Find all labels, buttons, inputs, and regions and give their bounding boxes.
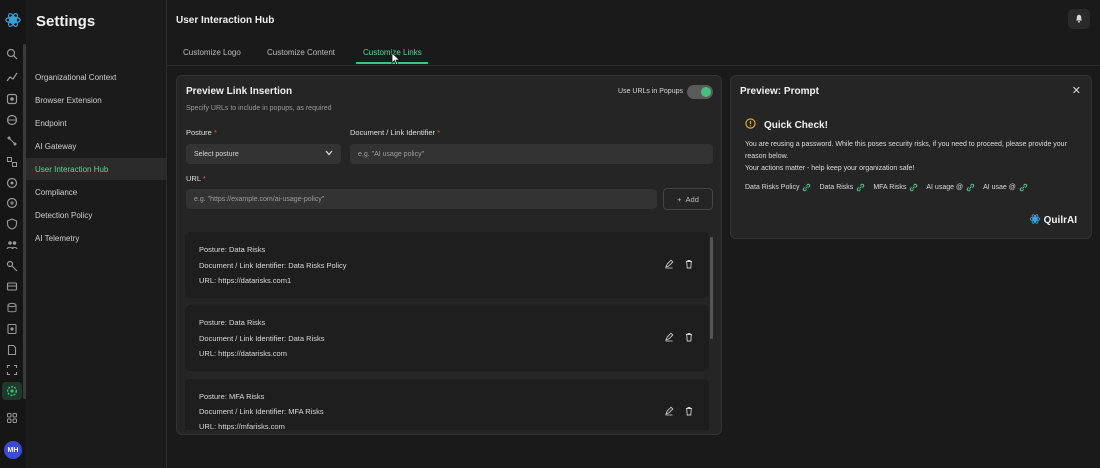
- app-window: MH Settings Organizational Context Brows…: [0, 0, 1100, 468]
- sidebar-item-browser-extension[interactable]: Browser Extension: [26, 89, 166, 111]
- entry-posture: Posture: MFA Risks: [199, 392, 265, 401]
- toggle-knob: [701, 87, 711, 97]
- entry-url: URL: https://datarisks.com1: [199, 276, 292, 285]
- icon-rail: MH: [0, 0, 26, 468]
- identifier-label: Document / Link Identifier *: [350, 128, 441, 137]
- page-header: User Interaction Hub Customize Logo Cust…: [167, 0, 1100, 66]
- chart-icon[interactable]: [5, 70, 19, 84]
- posture-label: Posture *: [186, 128, 217, 137]
- grid-icon[interactable]: [5, 411, 19, 425]
- search-icon[interactable]: [5, 47, 19, 61]
- entry-posture: Posture: Data Risks: [199, 318, 266, 327]
- scan-icon[interactable]: [5, 363, 19, 377]
- preview-message-line1: You are reusing a password. While this p…: [745, 141, 1067, 160]
- file-icon[interactable]: [5, 343, 19, 357]
- link-icon[interactable]: [5, 155, 19, 169]
- brand-name: QuilrAI: [1043, 215, 1077, 226]
- link-entry-list[interactable]: Posture: Data Risks Document / Link Iden…: [185, 232, 715, 430]
- sidebar-item-compliance[interactable]: Compliance: [26, 181, 166, 203]
- posture-select-value: Select posture: [194, 150, 239, 158]
- users-icon[interactable]: [5, 92, 19, 106]
- sidebar-item-ai-gateway[interactable]: AI Gateway: [26, 135, 166, 157]
- link-card-title: Preview Link Insertion: [186, 86, 293, 97]
- preview-link[interactable]: Data Risks: [819, 183, 865, 192]
- posture-select[interactable]: Select posture: [186, 144, 341, 164]
- preview-message-line2: Your actions matter - help keep your org…: [745, 165, 915, 172]
- link-insertion-card: Preview Link Insertion Specify URLs to i…: [176, 75, 722, 435]
- sidebar-item-endpoint[interactable]: Endpoint: [26, 112, 166, 134]
- tab-customize-logo[interactable]: Customize Logo: [183, 48, 241, 57]
- add-link-button-label: Add: [685, 194, 699, 204]
- add-link-button[interactable]: + Add: [663, 188, 713, 210]
- network-icon[interactable]: [5, 134, 19, 148]
- tab-customize-content[interactable]: Customize Content: [267, 48, 335, 57]
- bell-icon: [1074, 10, 1084, 28]
- entry-identifier: Document / Link Identifier: Data Risks: [199, 334, 325, 343]
- mouse-cursor-icon: [391, 52, 401, 71]
- link-icon: [1019, 183, 1028, 192]
- preview-card: Preview: Prompt ✕ Quick Check! You are r…: [730, 75, 1092, 239]
- link-icon: [910, 183, 918, 192]
- identifier-input[interactable]: e.g. "AI usage policy": [350, 144, 713, 164]
- link-icon: [966, 183, 975, 192]
- database-icon[interactable]: [5, 301, 19, 315]
- notification-button[interactable]: [1068, 9, 1090, 29]
- preview-link[interactable]: AI usage @: [926, 183, 975, 192]
- link-icon: [803, 183, 811, 192]
- server-icon[interactable]: [5, 196, 19, 210]
- link-icon: [857, 183, 865, 192]
- shield-icon[interactable]: [5, 217, 19, 231]
- settings-icon[interactable]: [5, 384, 19, 398]
- sidebar-title: Settings: [36, 13, 96, 30]
- link-entry: Posture: Data Risks Document / Link Iden…: [185, 305, 709, 371]
- link-card-subtitle: Specify URLs to include in popups, as re…: [186, 105, 332, 112]
- preview-link[interactable]: Data Risks Policy: [745, 183, 811, 192]
- quilr-logo-icon: [1029, 213, 1041, 228]
- plus-icon: +: [677, 194, 682, 204]
- circle-icon[interactable]: [5, 176, 19, 190]
- edit-icon[interactable]: [663, 331, 675, 343]
- preview-link[interactable]: AI usae @: [983, 183, 1028, 192]
- entry-url: URL: https://datarisks.com: [199, 349, 287, 358]
- sidebar-item-organizational-context[interactable]: Organizational Context: [26, 66, 166, 88]
- sidebar-item-detection-policy[interactable]: Detection Policy: [26, 204, 166, 226]
- link-entry: Posture: MFA Risks Document / Link Ident…: [185, 379, 709, 430]
- toggle-label: Use URLs in Popups: [618, 88, 683, 95]
- preview-link[interactable]: MFA Risks: [873, 183, 918, 192]
- close-icon[interactable]: ✕: [1072, 84, 1081, 97]
- sidebar-item-user-interaction-hub[interactable]: User Interaction Hub: [26, 158, 166, 180]
- use-urls-toggle[interactable]: [687, 85, 713, 99]
- trash-icon[interactable]: [683, 331, 695, 343]
- preview-title: Preview: Prompt: [740, 86, 819, 97]
- entry-identifier: Document / Link Identifier: MFA Risks: [199, 407, 324, 416]
- entry-url: URL: https://mfarisks.com: [199, 422, 285, 430]
- logo-icon[interactable]: [3, 10, 23, 30]
- preview-message: You are reusing a password. While this p…: [745, 139, 1081, 175]
- certificate-icon[interactable]: [5, 322, 19, 336]
- url-input[interactable]: e.g. "https://example.com/ai-usage-polic…: [186, 189, 657, 209]
- chevron-down-icon: [325, 150, 333, 158]
- trash-icon[interactable]: [683, 405, 695, 417]
- link-entry: Posture: Data Risks Document / Link Iden…: [185, 232, 709, 298]
- warning-icon: [745, 116, 756, 134]
- entry-posture: Posture: Data Risks: [199, 245, 266, 254]
- entry-identifier: Document / Link Identifier: Data Risks P…: [199, 261, 347, 270]
- url-label: URL *: [186, 174, 206, 183]
- key-icon[interactable]: [5, 259, 19, 273]
- brand-logo: QuilrAI: [1029, 213, 1077, 228]
- globe-icon[interactable]: [5, 113, 19, 127]
- entry-list-scrollbar[interactable]: [710, 237, 713, 339]
- edit-icon[interactable]: [663, 258, 675, 270]
- trash-icon[interactable]: [683, 258, 695, 270]
- edit-icon[interactable]: [663, 405, 675, 417]
- quick-check-heading: Quick Check!: [764, 119, 828, 131]
- preview-links: Data Risks Policy Data Risks MFA Risks A…: [745, 183, 1028, 192]
- avatar[interactable]: MH: [4, 441, 22, 459]
- group-icon[interactable]: [5, 238, 19, 252]
- page-title: User Interaction Hub: [176, 15, 275, 26]
- sidebar-item-ai-telemetry[interactable]: AI Telemetry: [26, 227, 166, 249]
- settings-sidebar: Settings Organizational Context Browser …: [26, 0, 167, 468]
- cloud-icon[interactable]: [5, 280, 19, 294]
